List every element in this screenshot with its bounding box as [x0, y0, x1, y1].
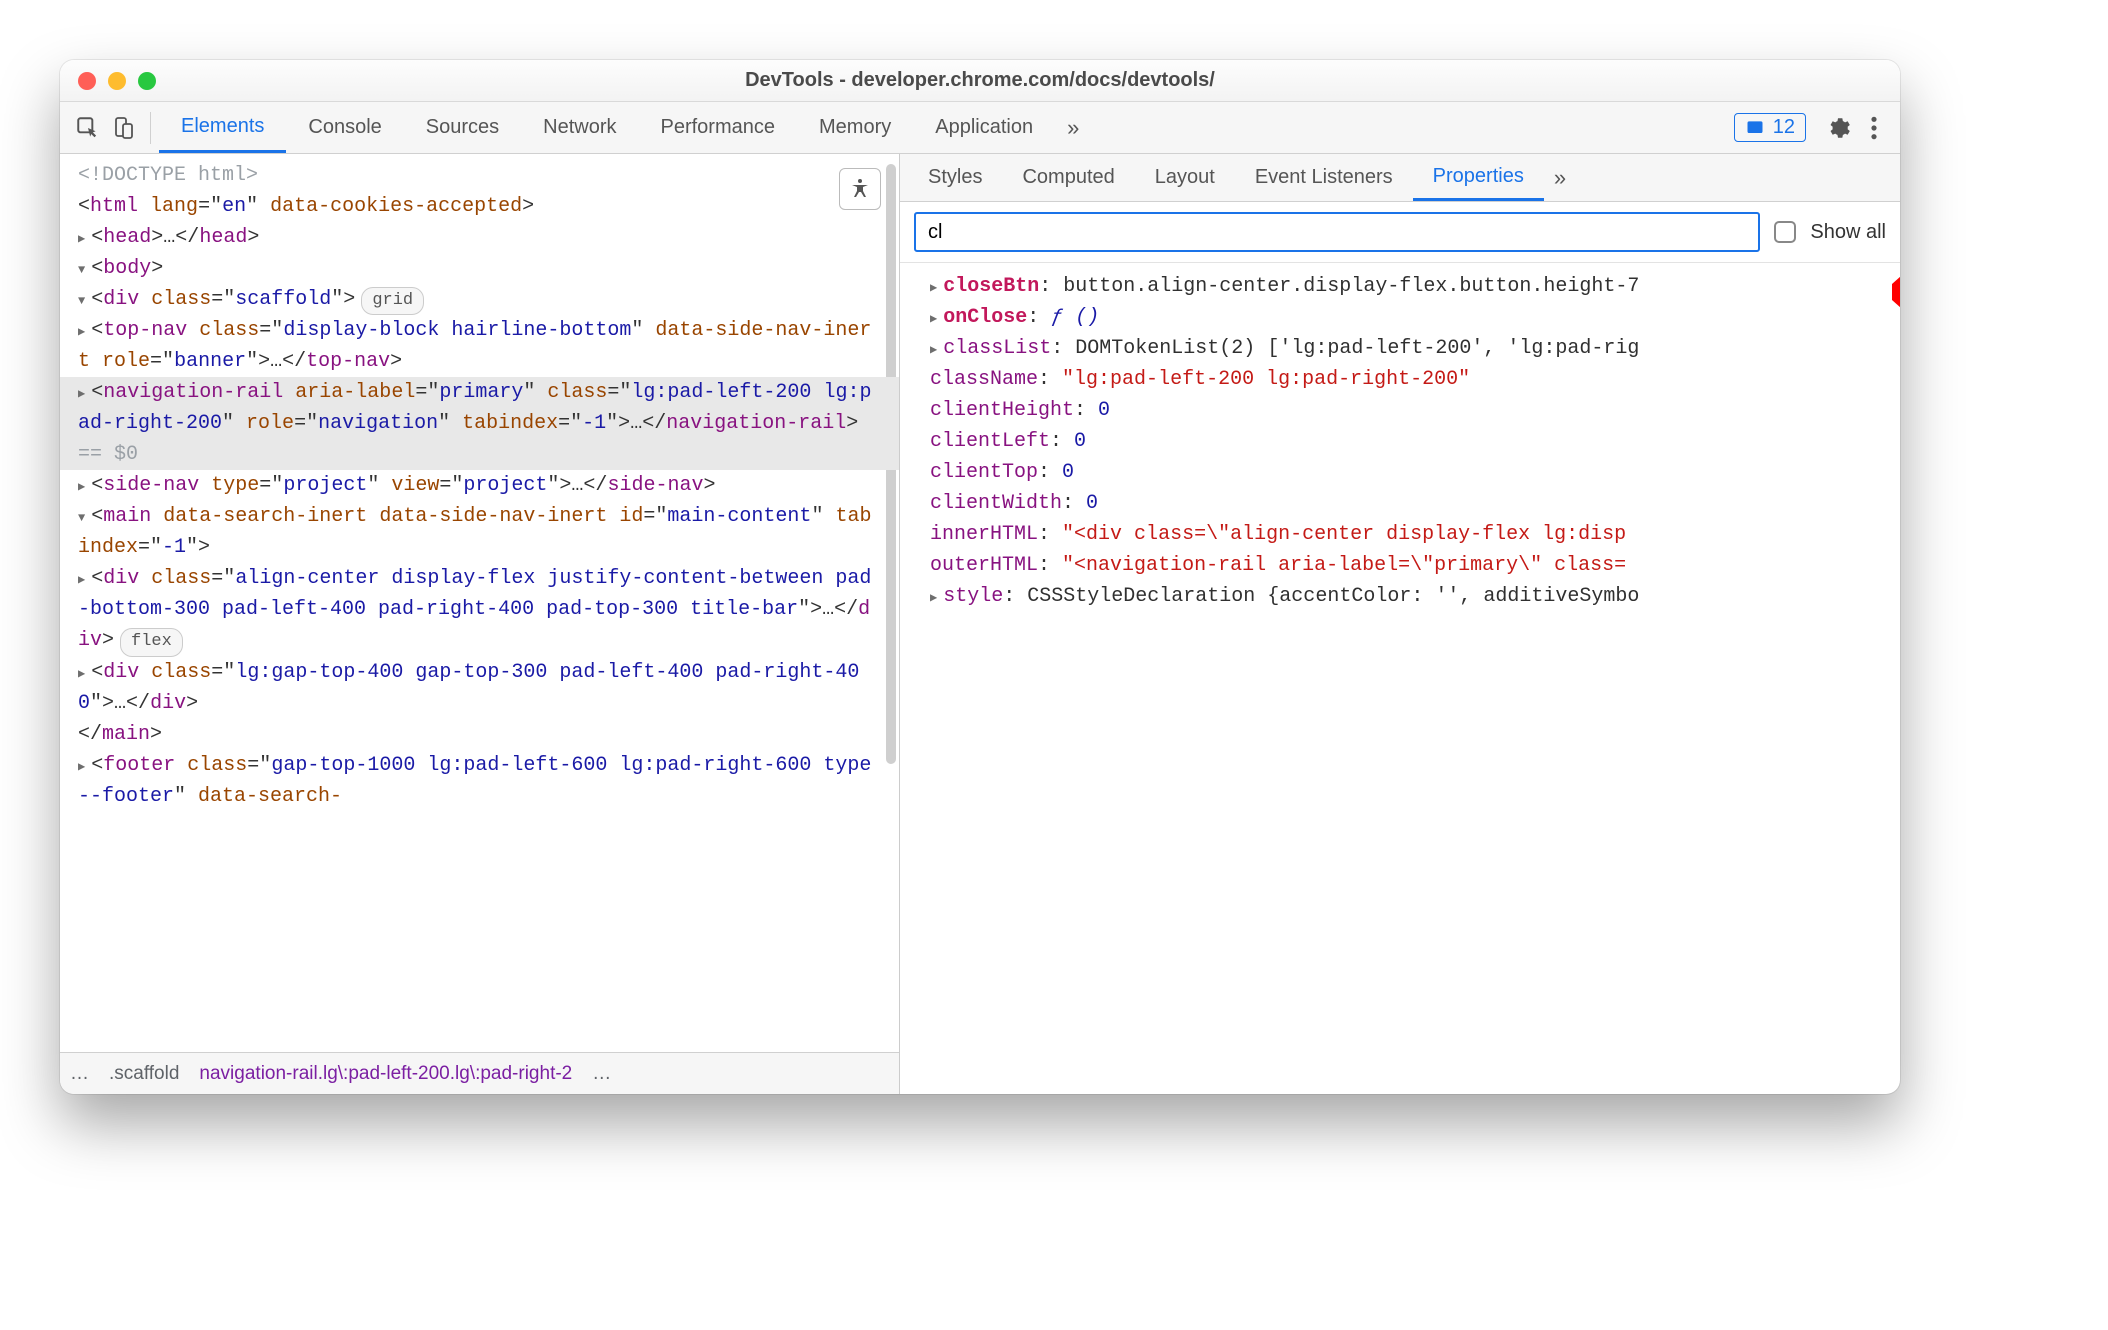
property-row[interactable]: clientWidth: 0	[908, 488, 1900, 519]
dom-div-titlebar[interactable]: <div class="align-center display-flex ju…	[60, 563, 899, 656]
tab-console[interactable]: Console	[286, 102, 403, 153]
tab-performance[interactable]: Performance	[639, 102, 798, 153]
breadcrumb[interactable]: … .scaffold navigation-rail.lg\:pad-left…	[60, 1052, 899, 1094]
separator	[150, 112, 151, 144]
inspect-element-icon[interactable]	[70, 115, 106, 141]
property-row[interactable]: clientHeight: 0	[908, 395, 1900, 426]
filter-input[interactable]	[914, 212, 1760, 252]
property-row[interactable]: style: CSSStyleDeclaration {accentColor:…	[908, 581, 1900, 612]
property-row[interactable]: clientLeft: 0	[908, 426, 1900, 457]
titlebar: DevTools - developer.chrome.com/docs/dev…	[60, 60, 1900, 102]
sidebar-tab-bar: Styles Computed Layout Event Listeners P…	[900, 154, 1900, 202]
subtab-styles[interactable]: Styles	[908, 154, 1002, 201]
callout-arrow-icon	[1892, 268, 1900, 322]
dom-footer[interactable]: <footer class="gap-top-1000 lg:pad-left-…	[60, 750, 899, 812]
window-title: DevTools - developer.chrome.com/docs/dev…	[60, 69, 1900, 92]
devtools-window: DevTools - developer.chrome.com/docs/dev…	[60, 60, 1900, 1094]
breadcrumb-ell2[interactable]: …	[582, 1063, 621, 1085]
property-row[interactable]: classList: DOMTokenList(2) ['lg:pad-left…	[908, 333, 1900, 364]
sidebar-panel: Styles Computed Layout Event Listeners P…	[900, 154, 1900, 1094]
dom-html[interactable]: <html lang="en" data-cookies-accepted>	[60, 191, 899, 222]
issues-counter[interactable]: 12	[1734, 113, 1806, 142]
dom-main-close[interactable]: </main>	[60, 719, 899, 750]
show-all-label: Show all	[1810, 221, 1886, 244]
main-tab-bar: Elements Console Sources Network Perform…	[60, 102, 1900, 154]
dom-sidenav[interactable]: <side-nav type="project" view="project">…	[60, 470, 899, 501]
kebab-menu-icon[interactable]	[1856, 115, 1892, 141]
property-row[interactable]: outerHTML: "<navigation-rail aria-label=…	[908, 550, 1900, 581]
tab-application[interactable]: Application	[913, 102, 1055, 153]
dom-body[interactable]: <body>	[60, 253, 899, 284]
subtabs-overflow-icon[interactable]: »	[1544, 154, 1576, 201]
issues-count: 12	[1773, 116, 1795, 139]
dom-navigation-rail-selected[interactable]: <navigation-rail aria-label="primary" cl…	[60, 377, 899, 470]
properties-list[interactable]: closeBtn: button.align-center.display-fl…	[900, 263, 1900, 620]
traffic-lights	[78, 72, 156, 90]
minimize-window-button[interactable]	[108, 72, 126, 90]
subtab-properties[interactable]: Properties	[1413, 154, 1544, 201]
layout-badge-flex[interactable]: flex	[120, 628, 183, 656]
show-all-checkbox[interactable]	[1774, 221, 1796, 243]
dom-div-scaffold[interactable]: <div class="scaffold">grid	[60, 284, 899, 315]
layout-badge-grid[interactable]: grid	[361, 287, 424, 315]
property-row[interactable]: closeBtn: button.align-center.display-fl…	[908, 271, 1900, 302]
dom-tree[interactable]: <!DOCTYPE html> <html lang="en" data-coo…	[60, 154, 899, 1052]
tab-memory[interactable]: Memory	[797, 102, 913, 153]
dom-doctype[interactable]: <!DOCTYPE html>	[60, 160, 899, 191]
tab-sources[interactable]: Sources	[404, 102, 521, 153]
property-row[interactable]: className: "lg:pad-left-200 lg:pad-right…	[908, 364, 1900, 395]
elements-panel: ⋯ <!DOCTYPE html> <html lang="en" data-c…	[60, 154, 900, 1094]
zoom-window-button[interactable]	[138, 72, 156, 90]
dom-head[interactable]: <head>…</head>	[60, 222, 899, 253]
subtab-event-listeners[interactable]: Event Listeners	[1235, 154, 1413, 201]
property-row[interactable]: innerHTML: "<div class=\"align-center di…	[908, 519, 1900, 550]
dom-div-gap[interactable]: <div class="lg:gap-top-400 gap-top-300 p…	[60, 657, 899, 719]
tabs-overflow-icon[interactable]: »	[1055, 102, 1091, 153]
dom-topnav[interactable]: <top-nav class="display-block hairline-b…	[60, 315, 899, 377]
properties-filter-row: Show all	[900, 202, 1900, 263]
device-toolbar-icon[interactable]	[106, 116, 142, 140]
breadcrumb-navrail[interactable]: navigation-rail.lg\:pad-left-200.lg\:pad…	[189, 1063, 582, 1085]
subtab-computed[interactable]: Computed	[1002, 154, 1134, 201]
close-window-button[interactable]	[78, 72, 96, 90]
property-row[interactable]: onClose: ƒ ()	[908, 302, 1900, 333]
breadcrumb-scaffold[interactable]: .scaffold	[99, 1063, 189, 1085]
tab-network[interactable]: Network	[521, 102, 638, 153]
tab-elements[interactable]: Elements	[159, 102, 286, 153]
split-view: ⋯ <!DOCTYPE html> <html lang="en" data-c…	[60, 154, 1900, 1094]
breadcrumb-ell[interactable]: …	[60, 1063, 99, 1085]
dom-main[interactable]: <main data-search-inert data-side-nav-in…	[60, 501, 899, 563]
subtab-layout[interactable]: Layout	[1135, 154, 1235, 201]
property-row[interactable]: clientTop: 0	[908, 457, 1900, 488]
settings-gear-icon[interactable]	[1820, 115, 1856, 141]
